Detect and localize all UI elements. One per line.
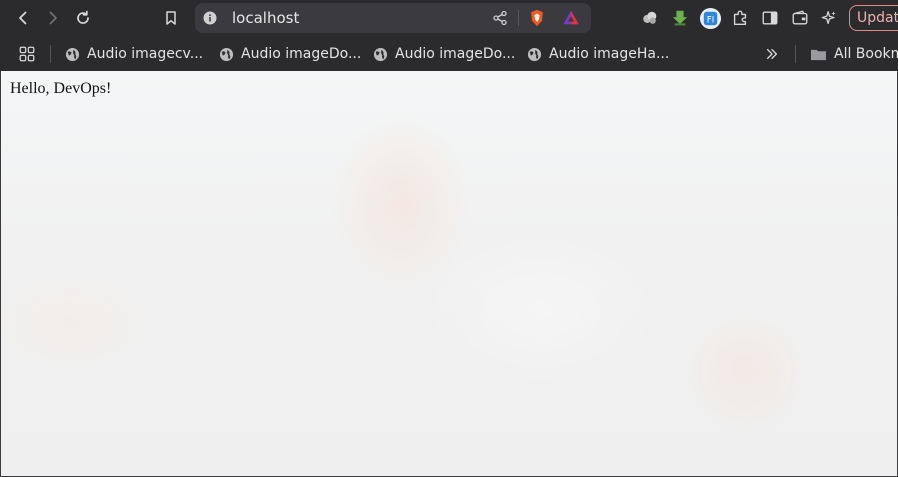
bookmark-label: Audio imageDo... <box>241 46 362 62</box>
leo-ai-button[interactable] <box>818 7 840 29</box>
back-button[interactable] <box>11 6 35 30</box>
forward-icon <box>49 11 57 25</box>
extensions-puzzle-icon <box>733 10 747 25</box>
back-icon <box>19 11 27 25</box>
chevron-double-right-icon <box>766 48 778 60</box>
globe-icon <box>527 47 542 61</box>
globe-icon <box>219 47 234 61</box>
extensions-button[interactable] <box>729 7 751 29</box>
extension-cloud-icon <box>643 11 657 24</box>
extension-fi-button[interactable]: FI <box>698 6 722 30</box>
brave-shields-icon <box>531 9 543 27</box>
bookmark-label: Audio imageHa... <box>549 46 670 62</box>
bookmark-item[interactable]: Audio imagecv... <box>65 43 203 65</box>
sidebar-toggle-button[interactable] <box>759 7 781 29</box>
bookmark-item[interactable]: Audio imageDo... <box>219 43 361 65</box>
reload-button[interactable] <box>71 6 95 30</box>
svg-text:FI: FI <box>706 15 714 25</box>
reload-icon <box>77 10 89 24</box>
bookmark-label: Audio imagecv... <box>87 46 204 62</box>
all-bookmarks-label: All Bookm <box>834 46 898 62</box>
bookmark-item[interactable]: Audio imageHa... <box>527 43 669 65</box>
globe-icon <box>373 47 388 61</box>
sidebar-icon <box>762 11 778 25</box>
extension-cloud-button[interactable] <box>639 7 661 29</box>
apps-button[interactable] <box>16 43 38 65</box>
wallet-button[interactable] <box>789 7 811 29</box>
urlbar-separator <box>518 10 519 26</box>
extension-fi-icon: FI <box>699 7 721 29</box>
bookmark-label: Audio imageDo... <box>395 46 516 62</box>
share-icon <box>493 10 507 26</box>
apps-grid-icon <box>19 46 35 62</box>
bookmarks-separator <box>795 45 796 63</box>
url-text[interactable]: localhost <box>232 9 299 27</box>
bookmark-item[interactable]: Audio imageDo... <box>373 43 515 65</box>
leo-ai-icon <box>821 11 836 25</box>
page-viewport: Hello, DevOps! <box>1 71 897 476</box>
folder-icon <box>811 49 826 60</box>
update-button[interactable]: Updat <box>849 5 898 31</box>
globe-icon <box>65 47 80 61</box>
address-bar[interactable]: localhost <box>195 3 591 33</box>
brave-rewards-icon <box>563 10 579 25</box>
bookmark-page-button[interactable] <box>159 6 183 30</box>
all-bookmarks-folder[interactable]: All Bookm <box>810 43 898 65</box>
brave-shields-button[interactable] <box>527 8 547 28</box>
browser-toolbar: localhost FI Updat <box>0 0 898 36</box>
info-icon <box>203 11 217 25</box>
bookmark-icon <box>166 11 176 25</box>
bookmarks-separator <box>50 45 51 63</box>
bookmarks-bar: Audio imagecv... Audio imageDo... Audio … <box>0 36 898 71</box>
page-content-text: Hello, DevOps! <box>10 80 112 97</box>
brave-rewards-button[interactable] <box>561 8 581 28</box>
extension-download-icon <box>672 10 688 26</box>
more-bookmarks-button[interactable] <box>762 44 782 64</box>
extension-download-button[interactable] <box>669 7 691 29</box>
site-info-button[interactable] <box>203 11 217 25</box>
share-button[interactable] <box>491 9 509 27</box>
forward-button[interactable] <box>41 6 65 30</box>
wallet-icon <box>792 10 808 25</box>
